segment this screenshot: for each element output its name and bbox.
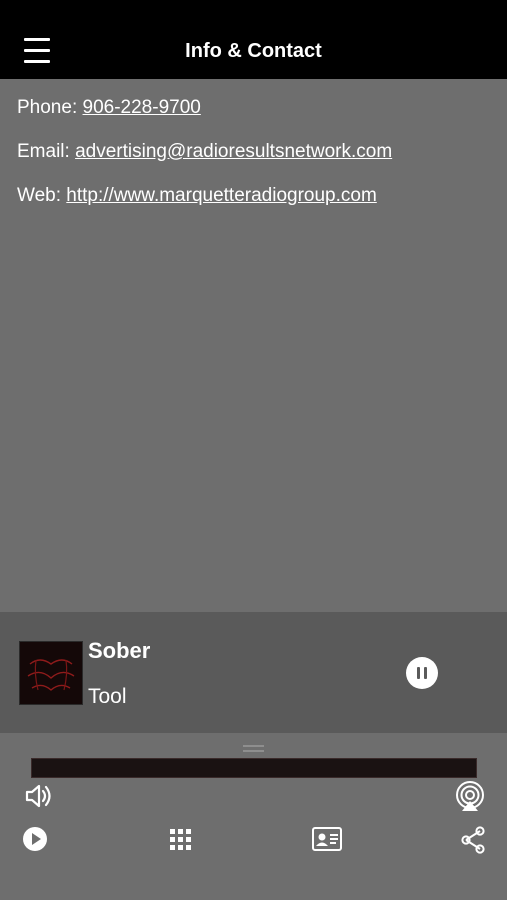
phone-label: Phone: [17, 97, 78, 118]
phone-row: Phone: 906-228-9700 [17, 96, 497, 140]
play-icon[interactable] [22, 826, 48, 857]
email-row: Email: advertising@radioresultsnetwork.c… [17, 140, 497, 184]
drawer-handle[interactable] [243, 745, 264, 752]
web-label: Web: [17, 185, 62, 206]
phone-link[interactable]: 906-228-9700 [83, 97, 201, 118]
contact-info: Phone: 906-228-9700 Email: advertising@r… [17, 96, 497, 228]
video-preview-strip [31, 758, 477, 778]
album-art [20, 642, 82, 704]
pause-icon[interactable] [406, 657, 438, 689]
email-label: Email: [17, 141, 70, 162]
app-header: Info & Contact [0, 0, 507, 79]
email-link[interactable]: advertising@radioresultsnetwork.com [75, 141, 392, 162]
volume-icon[interactable] [24, 782, 54, 815]
web-row: Web: http://www.marquetteradiogroup.com [17, 184, 497, 228]
web-link[interactable]: http://www.marquetteradiogroup.com [66, 185, 377, 206]
share-icon[interactable] [460, 826, 486, 859]
song-title: Sober [88, 638, 151, 663]
page-title: Info & Contact [185, 40, 322, 62]
now-playing-bar[interactable]: Sober Tool [0, 612, 507, 733]
contact-card-icon[interactable] [312, 827, 342, 856]
grid-icon[interactable] [170, 829, 192, 856]
song-artist: Tool [88, 685, 127, 708]
airplay-icon[interactable] [454, 780, 486, 817]
